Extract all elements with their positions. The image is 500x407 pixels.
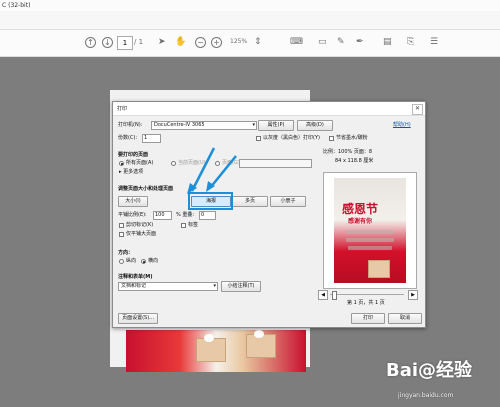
annotation-arrow — [209, 155, 237, 189]
watermark-url: jingyan.baidu.com — [398, 392, 454, 399]
watermark-logo: Bai@经验 — [386, 360, 473, 381]
annotation-arrows — [187, 147, 237, 194]
